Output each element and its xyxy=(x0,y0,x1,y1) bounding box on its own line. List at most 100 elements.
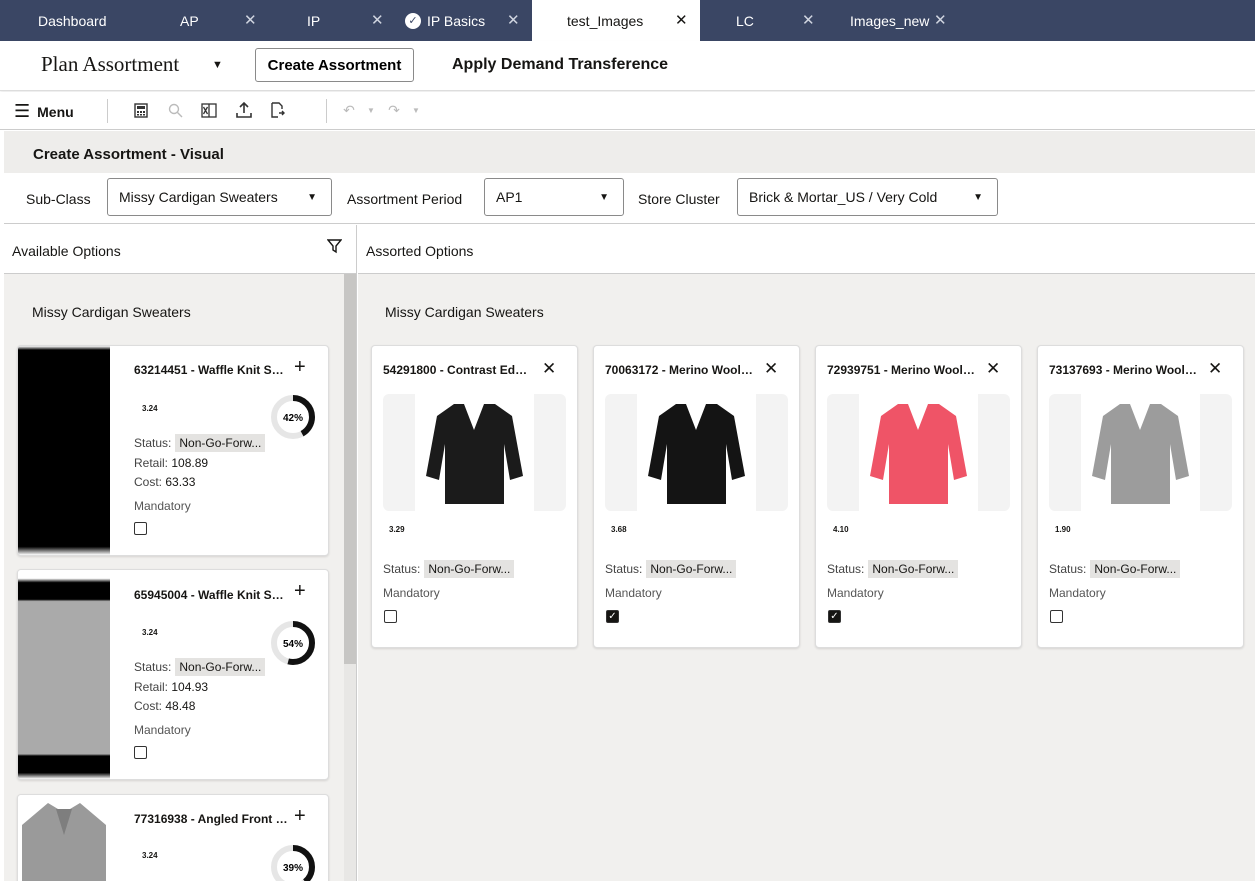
tab-dashboard[interactable]: Dashboard xyxy=(0,0,140,41)
store-cluster-label: Store Cluster xyxy=(638,191,720,207)
tab-ip[interactable]: IP ✕ xyxy=(264,0,384,41)
assorted-option-card[interactable]: 72939751 - Merino Wool Cardigan ✕ 4.10 S… xyxy=(815,345,1022,648)
assorted-option-card[interactable]: 70063172 - Merino Wool Cardigan ✕ 3.68 S… xyxy=(593,345,800,648)
available-options-title: Available Options xyxy=(12,243,121,259)
option-title: 63214451 - Waffle Knit Sweater xyxy=(134,363,292,377)
tab-ip-basics[interactable]: ✓ IP Basics ✕ xyxy=(383,0,532,41)
option-title: 77316938 - Angled Front Cardigan xyxy=(134,812,292,826)
retail-row: Retail: 104.93 xyxy=(134,680,208,694)
apply-demand-transference-button[interactable]: Apply Demand Transference xyxy=(452,56,668,74)
close-icon[interactable]: ✕ xyxy=(371,11,384,29)
product-image xyxy=(1049,394,1232,511)
mandatory-checkbox[interactable]: ✓ xyxy=(828,610,841,623)
assorted-option-card[interactable]: 54291800 - Contrast Edge Cardigan ✕ 3.29… xyxy=(371,345,578,648)
upload-icon[interactable] xyxy=(233,99,255,121)
close-icon[interactable]: ✕ xyxy=(244,11,257,29)
percent-donut: 54% xyxy=(271,621,315,665)
available-options-panel: Available Options Missy Cardigan Sweater… xyxy=(4,225,357,881)
store-cluster-select[interactable]: Brick & Mortar_US / Very Cold ▼ xyxy=(737,178,998,216)
assorted-group-label: Missy Cardigan Sweaters xyxy=(385,304,544,320)
filter-icon[interactable] xyxy=(326,239,343,258)
tab-bar: Dashboard AP ✕ IP ✕ ✓ IP Basics ✕ test_I… xyxy=(0,0,1255,41)
mandatory-checkbox[interactable] xyxy=(1050,610,1063,623)
assortment-period-select[interactable]: AP1 ▼ xyxy=(484,178,624,216)
redo-dropdown-icon[interactable]: ▼ xyxy=(405,99,427,121)
option-value: 4.10 xyxy=(833,525,849,534)
status-badge: Non-Go-Forw... xyxy=(868,560,959,578)
mandatory-checkbox[interactable] xyxy=(134,746,147,759)
app-header: Plan Assortment ▼ Create Assortment Appl… xyxy=(0,41,1255,91)
menu-button[interactable]: ☰ Menu xyxy=(14,101,74,122)
close-icon[interactable]: ✕ xyxy=(802,11,815,29)
search-icon[interactable] xyxy=(164,99,186,121)
calculator-icon[interactable] xyxy=(130,99,152,121)
option-value: 1.90 xyxy=(1055,525,1071,534)
mandatory-checkbox[interactable]: ✓ xyxy=(606,610,619,623)
mandatory-label: Mandatory xyxy=(134,723,191,737)
percent-donut: 39% xyxy=(271,845,315,881)
remove-icon[interactable]: ✕ xyxy=(542,359,556,379)
cost-value: 63.33 xyxy=(165,475,196,489)
status-row: Status: Non-Go-Forw... xyxy=(383,560,515,578)
mandatory-label: Mandatory xyxy=(827,586,884,600)
store-cluster-value: Brick & Mortar_US / Very Cold xyxy=(749,189,938,205)
tab-test-images[interactable]: test_Images ✕ xyxy=(532,0,700,41)
close-icon[interactable]: ✕ xyxy=(934,11,947,29)
tab-images-new[interactable]: Images_new ✕ xyxy=(820,0,980,41)
tab-label: AP xyxy=(180,12,199,29)
status-label: Status: xyxy=(827,562,865,576)
available-option-card[interactable]: 77316938 - Angled Front Cardigan + 3.24 … xyxy=(17,794,329,881)
close-icon[interactable]: ✕ xyxy=(507,11,520,29)
undo-dropdown-icon[interactable]: ▼ xyxy=(360,99,382,121)
toolbar: ☰ Menu ↶ ▼ ↷ ▼ xyxy=(0,92,1255,130)
mandatory-checkbox[interactable] xyxy=(134,522,147,535)
add-icon[interactable]: + xyxy=(294,356,306,379)
tab-label: test_Images xyxy=(567,12,644,29)
caret-down-icon[interactable]: ▼ xyxy=(212,59,223,71)
percent-label: 54% xyxy=(283,639,303,650)
subclass-value: Missy Cardigan Sweaters xyxy=(119,189,278,205)
redo-icon[interactable]: ↷ xyxy=(383,99,405,121)
option-value: 3.24 xyxy=(142,404,158,413)
option-value: 3.29 xyxy=(389,525,405,534)
toolbar-divider xyxy=(326,99,327,123)
tab-lc[interactable]: LC ✕ xyxy=(700,0,820,41)
status-badge: Non-Go-Forw... xyxy=(1090,560,1181,578)
export-icon[interactable] xyxy=(266,99,288,121)
status-badge: Non-Go-Forw... xyxy=(424,560,515,578)
product-image xyxy=(18,570,110,779)
assorted-option-card[interactable]: 73137693 - Merino Wool Cardigan ✕ 1.90 S… xyxy=(1037,345,1244,648)
tab-label: LC xyxy=(736,12,754,29)
remove-icon[interactable]: ✕ xyxy=(986,359,1000,379)
add-icon[interactable]: + xyxy=(294,580,306,603)
option-value: 3.24 xyxy=(142,851,158,860)
export-excel-icon[interactable] xyxy=(198,99,220,121)
mandatory-checkbox[interactable] xyxy=(384,610,397,623)
create-assortment-button[interactable]: Create Assortment xyxy=(255,48,414,82)
cost-label: Cost: xyxy=(134,699,163,713)
tab-ap[interactable]: AP ✕ xyxy=(140,0,264,41)
assorted-options-title: Assorted Options xyxy=(366,243,474,259)
add-icon[interactable]: + xyxy=(294,805,306,828)
retail-label: Retail: xyxy=(134,680,169,694)
available-option-card[interactable]: 65945004 - Waffle Knit Sweater + 3.24 54… xyxy=(17,569,329,780)
status-row: Status: Non-Go-Forw... xyxy=(605,560,737,578)
assortment-period-value: AP1 xyxy=(496,189,523,205)
status-row: Status: Non-Go-Forw... xyxy=(134,434,266,452)
status-badge: Non-Go-Forw... xyxy=(175,434,266,452)
app-title[interactable]: Plan Assortment xyxy=(41,52,179,77)
scrollbar-thumb[interactable] xyxy=(344,274,356,664)
retail-value: 104.93 xyxy=(171,680,209,694)
remove-icon[interactable]: ✕ xyxy=(764,359,778,379)
undo-icon[interactable]: ↶ xyxy=(338,99,360,121)
mandatory-label: Mandatory xyxy=(134,499,191,513)
subclass-select[interactable]: Missy Cardigan Sweaters ▼ xyxy=(107,178,332,216)
close-icon[interactable]: ✕ xyxy=(675,11,688,29)
available-option-card[interactable]: 63214451 - Waffle Knit Sweater + 3.24 42… xyxy=(17,345,329,556)
hamburger-icon: ☰ xyxy=(14,101,31,121)
remove-icon[interactable]: ✕ xyxy=(1208,359,1222,379)
assorted-options-panel: Assorted Options Missy Cardigan Sweaters… xyxy=(358,225,1255,881)
mandatory-label: Mandatory xyxy=(605,586,662,600)
filter-bar: Sub-Class Missy Cardigan Sweaters ▼ Asso… xyxy=(4,173,1255,224)
percent-donut: 42% xyxy=(271,395,315,439)
